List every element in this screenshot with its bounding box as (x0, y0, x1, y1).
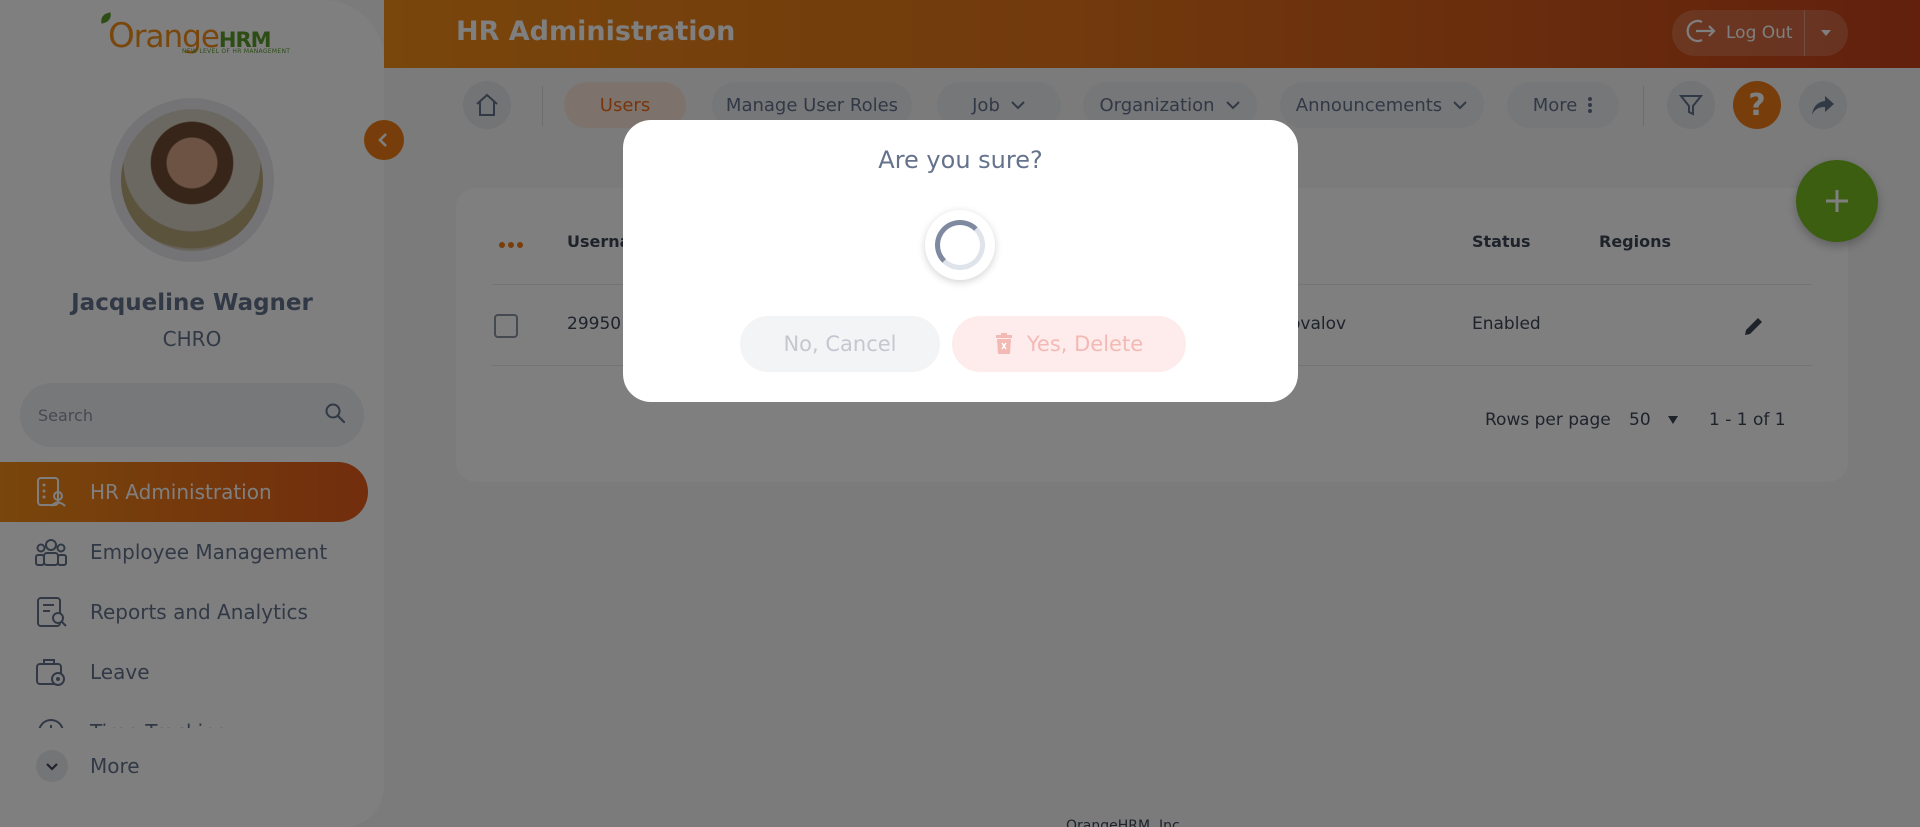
confirm-delete-button[interactable]: Yes, Delete (952, 316, 1186, 372)
loading-spinner (925, 210, 995, 280)
dialog-title: Are you sure? (878, 146, 1043, 174)
spinner-icon (935, 220, 985, 270)
trash-icon (995, 333, 1012, 354)
delete-label: Yes, Delete (1026, 332, 1144, 356)
cancel-button[interactable]: No, Cancel (740, 316, 940, 372)
cancel-label: No, Cancel (783, 332, 897, 356)
confirm-delete-dialog: Are you sure? No, Cancel Yes, Delete (623, 120, 1298, 402)
